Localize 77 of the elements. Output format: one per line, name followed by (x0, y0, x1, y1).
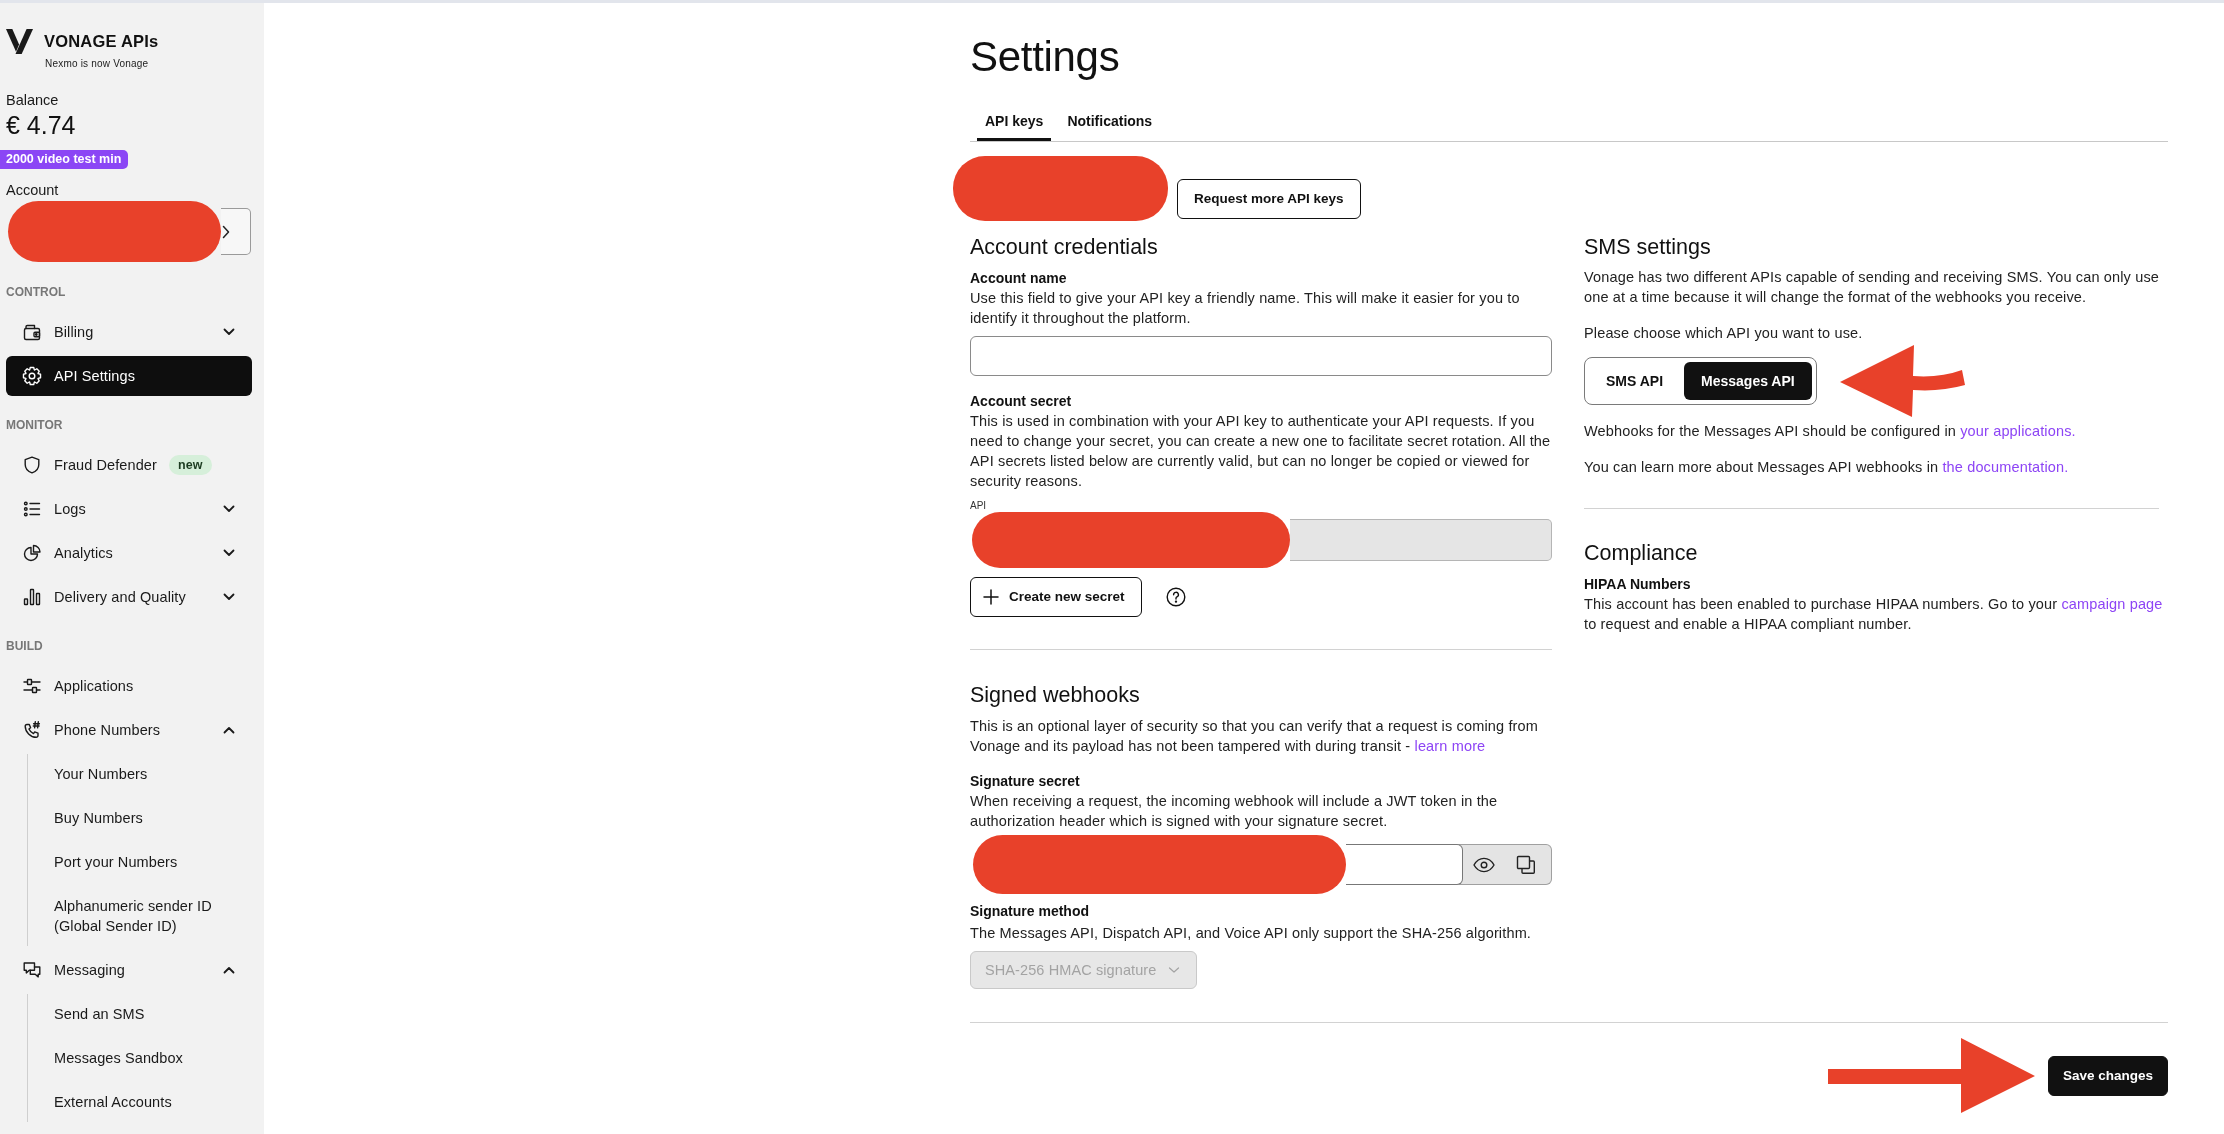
nav-subitem[interactable]: External Accounts (28, 1082, 252, 1122)
nav-item[interactable]: Phone Numbers (6, 710, 252, 750)
signature-secret-input[interactable] (1346, 844, 1463, 885)
sliders-icon (22, 676, 42, 696)
api-choice-prompt: Please choose which API you want to use. (1584, 324, 1863, 343)
nav-item[interactable]: Analytics (6, 533, 252, 573)
sms-note: You can learn more about Messages API webhooks in the documentation. (1584, 458, 2069, 477)
field-help-text: This is used in combination with your API key to authenticate your API requests. If you need to change your secret, you can create a new one to facilitate secret rotation. All the API secrets listed below are currently valid, but can no longer be copied or viewed for security reasons. (970, 412, 1552, 491)
phone-hash-icon (22, 720, 42, 740)
nav-subitem[interactable]: Buy Numbers (28, 798, 252, 838)
bar-chart-icon (22, 587, 42, 607)
nav-subitem[interactable]: Your Numbers (28, 754, 252, 794)
settings-icon (22, 366, 42, 386)
section-description: This is an optional layer of security so that you can verify that a request is coming from Vonage and its payload has not been tampered with during transit - learn more (970, 717, 1539, 756)
video-minutes-badge: 2000 video test min (0, 150, 129, 169)
section-title: SMS settings (1584, 234, 1711, 261)
tab[interactable]: API keys (977, 101, 1052, 141)
field-label: HIPAA Numbers (1584, 575, 1691, 594)
request-api-keys-button[interactable]: Request more API keys (1177, 179, 1361, 219)
nav-subitem[interactable]: Alphanumeric sender ID (Global Sender ID) (28, 886, 252, 946)
nav-item[interactable]: Messaging (6, 950, 252, 990)
new-badge: new (168, 455, 212, 475)
section-title: Signed webhooks (970, 682, 1140, 709)
section-heading: CONTROL (6, 284, 66, 300)
field-help-text: Use this field to give your API key a friendly name. This will make it easier for you to identify it throughout the platform. (970, 289, 1521, 328)
balance-label: Balance (6, 91, 59, 109)
field-help-text: The Messages API, Dispatch API, and Voice API only support the SHA-256 algorithm. (970, 924, 1533, 943)
field-label: Account secret (970, 392, 1072, 411)
plus-icon (983, 589, 999, 605)
chevron-right-icon (222, 224, 230, 239)
section-heading: BUILD (6, 638, 43, 654)
create-secret-button[interactable]: Create new secret (970, 577, 1142, 617)
account-name-input[interactable] (970, 336, 1552, 376)
field-label: API (970, 500, 987, 512)
campaign-page-link[interactable]: campaign page (2061, 596, 2163, 612)
shield-icon (22, 455, 42, 475)
save-changes-button[interactable]: Save changes (2047, 1055, 2168, 1096)
copy-icon[interactable] (1516, 854, 1536, 875)
nav-item[interactable]: Applications (6, 666, 252, 706)
api-option[interactable]: SMS API (1589, 362, 1681, 400)
nav-item[interactable]: Logs (6, 489, 252, 529)
field-label: Account name (970, 269, 1067, 288)
compliance-text: This account has been enabled to purchase HIPAA numbers. Go to your campaign page to request and enable a HIPAA compliant number. (1584, 595, 2164, 634)
logo-icon (6, 29, 33, 54)
help-icon[interactable] (1165, 587, 1186, 607)
balance-amount: € 4.74 (6, 110, 76, 140)
list-icon (22, 499, 42, 519)
account-label: Account (6, 181, 59, 199)
nav-item[interactable]: Billing (6, 312, 252, 352)
eye-icon[interactable] (1473, 856, 1495, 873)
chevron-down-icon (1168, 966, 1181, 974)
section-heading: MONITOR (6, 417, 63, 433)
nav-subitem[interactable]: Send an SMS (28, 994, 252, 1034)
inline-link[interactable]: your applications. (1960, 423, 2076, 439)
section-description: Vonage has two different APIs capable of sending and receiving SMS. You can only use one at a time because it will change the format of the webhooks you receive. (1584, 268, 2160, 307)
field-label: Signature method (970, 902, 1089, 921)
brand-tagline: Nexmo is now Vonage (45, 58, 149, 70)
learn-more-link[interactable]: learn more (1414, 738, 1486, 754)
section-title: Compliance (1584, 540, 1698, 567)
nav-item[interactable]: Delivery and Quality (6, 577, 252, 617)
api-option[interactable]: Messages API (1684, 362, 1812, 400)
nav-subitem[interactable]: Port your Numbers (28, 842, 252, 882)
tab[interactable]: Notifications (1059, 101, 1161, 141)
wallet-icon (22, 322, 42, 342)
account-selector[interactable] (221, 208, 251, 255)
pie-chart-icon (22, 543, 42, 563)
nav-item[interactable]: Fraud Defender new (6, 445, 252, 485)
page-title: Settings (970, 34, 1120, 80)
field-help-text: When receiving a request, the incoming webhook will include a JWT token in the authorization header which is signed with your signature secret. (970, 792, 1499, 831)
section-title: Account credentials (970, 234, 1158, 261)
field-label: Signature secret (970, 772, 1080, 791)
nav-subitem[interactable]: Messages Sandbox (28, 1038, 252, 1078)
sms-note: Webhooks for the Messages API should be configured in your applications. (1584, 422, 2076, 441)
chat-bubbles-icon (22, 960, 42, 980)
brand-name: VONAGE APIs (44, 31, 159, 51)
nav-item[interactable]: API Settings (6, 356, 252, 396)
inline-link[interactable]: the documentation. (1942, 459, 2069, 475)
